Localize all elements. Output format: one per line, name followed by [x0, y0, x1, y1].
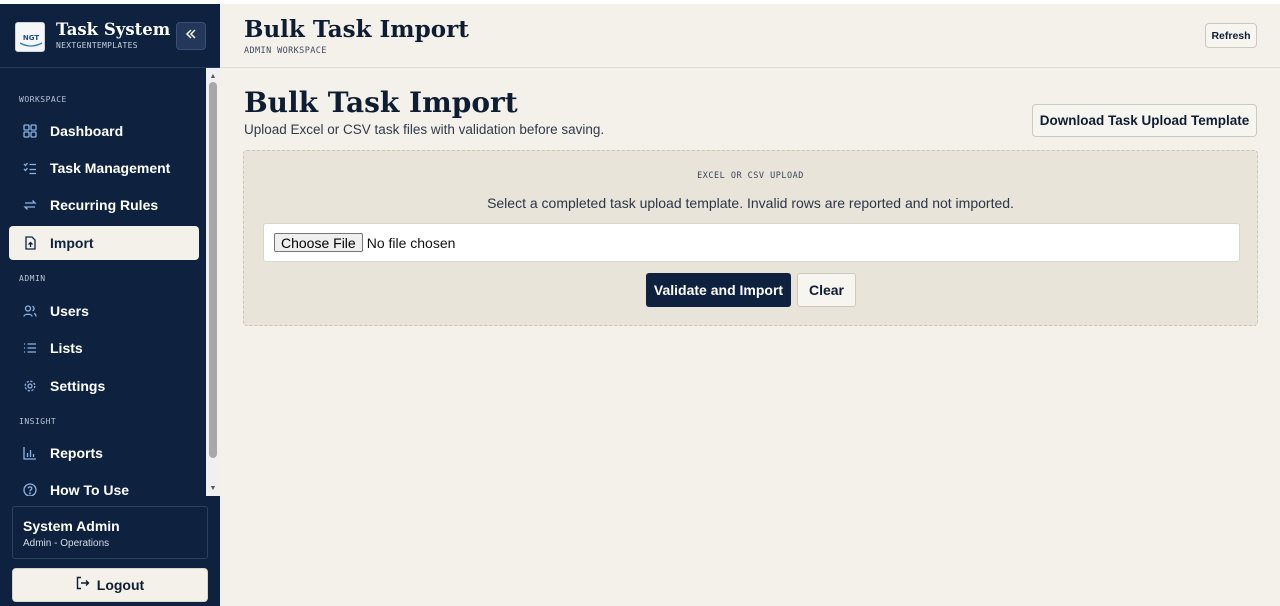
sidebar-item-label: Reports — [50, 445, 103, 461]
sidebar-item-label: Recurring Rules — [50, 197, 159, 213]
user-role: Admin - Operations — [23, 538, 110, 549]
sidebar-item-import[interactable]: Import — [9, 226, 199, 260]
brand: NGT Task System NEXTGENTEMPLATES — [0, 4, 220, 68]
help-circle-icon — [22, 482, 38, 496]
page-subtitle: Upload Excel or CSV task files with vali… — [244, 122, 605, 137]
section-label-admin: ADMIN — [19, 274, 46, 283]
brand-title: Task System — [56, 20, 171, 39]
checklist-icon — [22, 160, 38, 176]
header-title: Bulk Task Import — [244, 16, 469, 43]
brand-logo: NGT — [15, 22, 45, 52]
bar-chart-icon — [22, 445, 38, 461]
sidebar-scrollbar[interactable]: ▲ ▼ — [206, 68, 220, 496]
dashboard-grid-icon — [22, 123, 38, 139]
download-template-button[interactable]: Download Task Upload Template — [1032, 104, 1257, 137]
logout-label: Logout — [96, 577, 145, 593]
sidebar-item-lists[interactable]: Lists — [9, 331, 199, 365]
users-icon — [22, 303, 38, 319]
sidebar-item-label: Import — [50, 235, 94, 251]
sidebar-item-settings[interactable]: Settings — [9, 369, 199, 403]
main-content: Bulk Task Import ADMIN WORKSPACE Refresh… — [220, 4, 1280, 606]
upload-label: EXCEL OR CSV UPLOAD — [697, 171, 804, 181]
header-subtitle: ADMIN WORKSPACE — [244, 46, 327, 56]
sidebar-nav: WORKSPACE Dashboard Task Management Recu… — [0, 68, 206, 496]
sidebar: NGT Task System NEXTGENTEMPLATES WORKSPA… — [0, 4, 220, 606]
upload-description: Select a completed task upload template.… — [487, 195, 1014, 211]
refresh-button[interactable]: Refresh — [1205, 23, 1257, 48]
sidebar-item-label: How To Use — [50, 482, 130, 496]
sidebar-item-task-management[interactable]: Task Management — [9, 151, 199, 185]
upload-panel: EXCEL OR CSV UPLOAD Select a completed t… — [243, 150, 1258, 326]
sidebar-item-recurring-rules[interactable]: Recurring Rules — [9, 188, 199, 222]
file-upload-icon — [22, 235, 38, 251]
scrollbar-thumb[interactable] — [209, 82, 217, 458]
validate-import-button[interactable]: Validate and Import — [646, 273, 791, 307]
sidebar-item-dashboard[interactable]: Dashboard — [9, 114, 199, 148]
brand-subtitle: NEXTGENTEMPLATES — [56, 41, 138, 50]
sidebar-item-reports[interactable]: Reports — [9, 436, 199, 470]
scroll-up-arrow-icon[interactable]: ▲ — [208, 71, 218, 81]
clear-button[interactable]: Clear — [797, 273, 856, 307]
section-label-insight: INSIGHT — [19, 417, 57, 426]
scroll-down-arrow-icon[interactable]: ▼ — [208, 483, 218, 493]
user-name: System Admin — [23, 518, 120, 534]
top-header: Bulk Task Import ADMIN WORKSPACE Refresh — [220, 4, 1280, 68]
collapse-sidebar-button[interactable] — [176, 22, 206, 50]
sidebar-item-label: Lists — [50, 340, 83, 356]
logout-arrow-icon — [76, 576, 90, 595]
section-label-workspace: WORKSPACE — [19, 95, 67, 104]
sidebar-item-label: Settings — [50, 378, 106, 394]
sidebar-item-label: Dashboard — [50, 123, 124, 139]
page-title: Bulk Task Import — [244, 86, 518, 119]
user-card: System Admin Admin - Operations — [12, 506, 208, 559]
file-input[interactable]: Choose File No file chosen — [263, 223, 1240, 262]
sidebar-item-label: Users — [50, 303, 89, 319]
sidebar-item-users[interactable]: Users — [9, 294, 199, 328]
repeat-arrows-icon — [22, 197, 38, 213]
file-status: No file chosen — [366, 234, 456, 251]
sidebar-item-label: Task Management — [50, 160, 171, 176]
double-chevron-left-icon — [184, 27, 198, 46]
logo-text: NGT — [23, 34, 39, 42]
sidebar-item-how-to-use[interactable]: How To Use — [9, 473, 199, 496]
list-icon — [22, 340, 38, 356]
gear-icon — [22, 378, 38, 394]
logout-button[interactable]: Logout — [12, 568, 208, 602]
choose-file-button[interactable]: Choose File — [274, 233, 363, 252]
